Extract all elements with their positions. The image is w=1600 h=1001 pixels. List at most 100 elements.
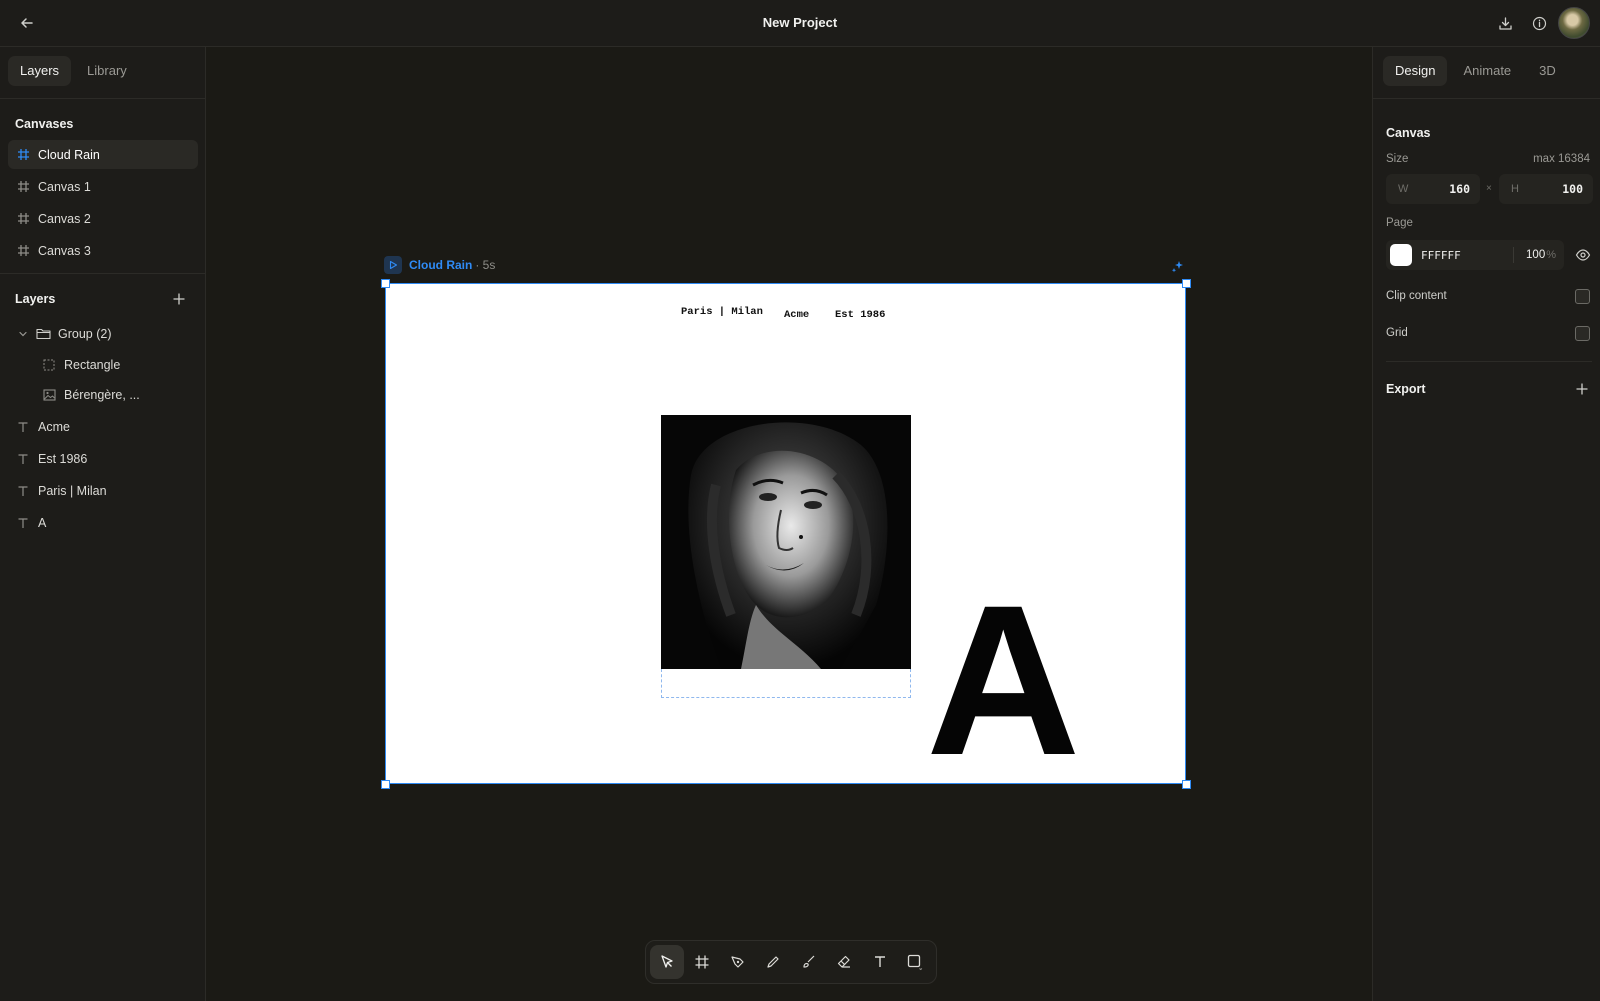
frame-duration: · 5s — [475, 258, 496, 272]
left-sidebar: Layers Library Canvases Cloud Rain Canva… — [0, 47, 206, 1001]
frame-label: Cloud Rain · 5s — [384, 256, 495, 274]
layer-rectangle[interactable]: Rectangle — [34, 350, 198, 379]
pencil-tool-icon[interactable] — [757, 945, 791, 979]
big-letter-a[interactable]: A — [926, 574, 1081, 788]
resize-handle-bottom-right[interactable] — [1182, 780, 1191, 789]
top-bar: New Project — [0, 0, 1600, 47]
left-tabs: Layers Library — [8, 56, 139, 86]
canvas-item-canvas-2[interactable]: Canvas 2 — [8, 204, 198, 233]
divider — [0, 98, 205, 99]
eraser-tool-icon[interactable] — [828, 945, 862, 979]
right-tabs: Design Animate 3D — [1383, 56, 1568, 86]
width-value[interactable]: 160 — [1449, 182, 1470, 196]
layer-label: Paris | Milan — [38, 483, 107, 498]
resize-handle-top-right[interactable] — [1182, 279, 1191, 288]
canvas-frame[interactable]: Paris | Milan Acme Est 1986 A — [385, 283, 1186, 788]
layer-text-est[interactable]: Est 1986 — [8, 444, 198, 473]
pen-tool-icon[interactable] — [721, 945, 755, 979]
tab-library[interactable]: Library — [75, 56, 139, 86]
height-field[interactable]: H 100 — [1499, 174, 1593, 204]
layer-label: Est 1986 — [38, 451, 88, 466]
text-paris-milan[interactable]: Paris | Milan — [681, 306, 763, 318]
tab-design[interactable]: Design — [1383, 56, 1448, 86]
add-export-icon[interactable] — [1573, 380, 1591, 398]
text-acme[interactable]: Acme — [784, 309, 809, 321]
divider — [0, 273, 205, 274]
canvas-item-cloud-rain[interactable]: Cloud Rain — [8, 140, 198, 169]
bottom-toolbar — [645, 940, 937, 984]
canvas-item-label: Canvas 1 — [38, 179, 91, 194]
download-icon[interactable] — [1494, 12, 1516, 34]
size-label: Size — [1386, 153, 1409, 165]
play-icon[interactable] — [384, 256, 402, 274]
page-label: Page — [1386, 217, 1413, 229]
add-layer-icon[interactable] — [170, 290, 188, 308]
canvas-item-label: Cloud Rain — [38, 147, 100, 162]
canvases-heading: Canvases — [15, 117, 74, 131]
layer-label: A — [38, 515, 47, 530]
resize-handle-top-left[interactable] — [381, 279, 390, 288]
user-avatar[interactable] — [1558, 7, 1590, 39]
size-max-label: max 16384 — [1533, 153, 1590, 165]
rectangle-icon — [41, 357, 57, 373]
layer-text-acme[interactable]: Acme — [8, 412, 198, 441]
tab-layers[interactable]: Layers — [8, 56, 72, 86]
page-color-value[interactable]: FFFFFF — [1421, 249, 1461, 262]
rectangle-outline[interactable] — [661, 669, 911, 698]
frame-icon — [15, 211, 31, 227]
color-swatch[interactable] — [1390, 244, 1412, 266]
image-icon — [41, 387, 57, 403]
frame-icon — [15, 179, 31, 195]
frame-name[interactable]: Cloud Rain — [409, 258, 472, 272]
layer-label: Acme — [38, 419, 70, 434]
tab-animate[interactable]: Animate — [1451, 56, 1523, 86]
brush-tool-icon[interactable] — [792, 945, 826, 979]
divider — [1373, 98, 1600, 99]
eye-icon[interactable] — [1575, 247, 1591, 263]
text-icon — [15, 451, 31, 467]
canvas-item-label: Canvas 3 — [38, 243, 91, 258]
page-color-field[interactable]: FFFFFF 100 % — [1386, 240, 1564, 270]
field-divider — [1513, 247, 1515, 263]
width-label: W — [1398, 183, 1409, 195]
height-label: H — [1511, 183, 1519, 195]
text-tool-icon[interactable] — [863, 945, 897, 979]
width-field[interactable]: W 160 — [1386, 174, 1480, 204]
layer-text-paris[interactable]: Paris | Milan — [8, 476, 198, 505]
layer-label: Rectangle — [64, 357, 121, 372]
folder-icon — [35, 326, 51, 342]
layers-heading: Layers — [15, 292, 56, 306]
canvas-item-label: Canvas 2 — [38, 211, 91, 226]
tab-3d[interactable]: 3D — [1527, 56, 1568, 86]
layer-image[interactable]: Bérengère, ... — [34, 380, 198, 409]
height-value[interactable]: 100 — [1562, 182, 1583, 196]
frame-icon — [15, 147, 31, 163]
layer-label: Group (2) — [58, 326, 112, 341]
info-icon[interactable] — [1528, 12, 1550, 34]
layer-text-a[interactable]: A — [8, 508, 198, 537]
frame-tool-icon[interactable] — [686, 945, 720, 979]
text-est-1986[interactable]: Est 1986 — [835, 309, 885, 321]
resize-handle-bottom-left[interactable] — [381, 780, 390, 789]
text-icon — [15, 419, 31, 435]
project-title: New Project — [762, 15, 838, 30]
right-panel: Design Animate 3D Canvas Size max 16384 … — [1372, 47, 1600, 1001]
opacity-unit: % — [1546, 249, 1556, 261]
canvas-item-canvas-1[interactable]: Canvas 1 — [8, 172, 198, 201]
clip-content-checkbox[interactable] — [1575, 289, 1590, 304]
layer-group[interactable]: Group (2) — [8, 319, 198, 348]
page-opacity-value[interactable]: 100 — [1526, 249, 1545, 261]
shape-tool-icon[interactable] — [899, 945, 933, 979]
frame-icon — [15, 243, 31, 259]
clip-content-label: Clip content — [1386, 290, 1447, 302]
text-icon — [15, 483, 31, 499]
divider — [1386, 361, 1592, 362]
canvas-item-canvas-3[interactable]: Canvas 3 — [8, 236, 198, 265]
export-heading: Export — [1386, 382, 1426, 396]
sparkle-icon[interactable] — [1170, 258, 1186, 274]
select-tool-icon[interactable] — [650, 945, 684, 979]
text-icon — [15, 515, 31, 531]
grid-checkbox[interactable] — [1575, 326, 1590, 341]
chevron-down-icon[interactable] — [15, 326, 31, 342]
portrait-image[interactable] — [661, 415, 911, 669]
